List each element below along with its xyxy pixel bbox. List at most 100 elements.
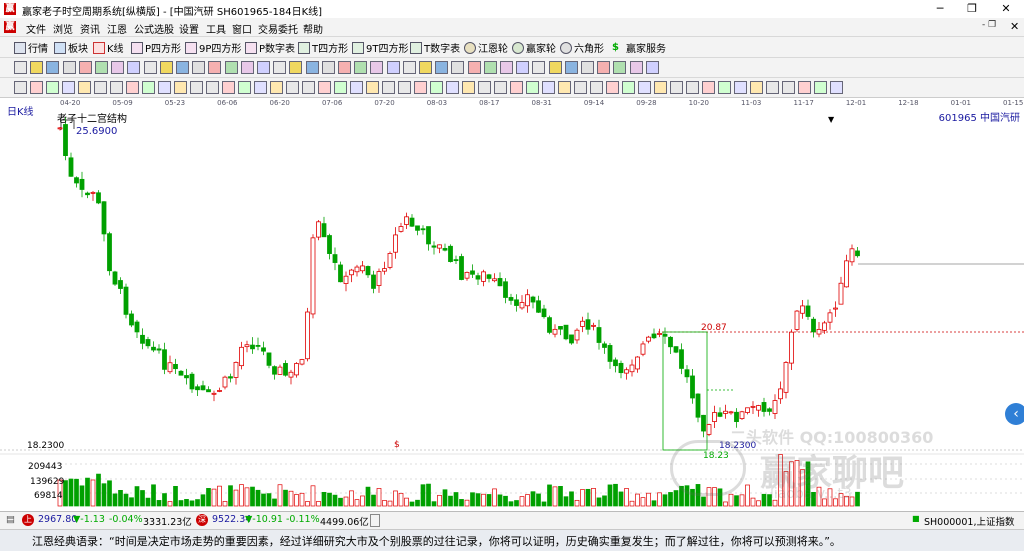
- toolbar-9t-square-button[interactable]: 9T四方形: [352, 40, 408, 55]
- toolbar-icon-button[interactable]: [446, 81, 459, 94]
- toolbar-icon-button[interactable]: [590, 81, 603, 94]
- toolbar-icon-button[interactable]: [14, 61, 27, 74]
- toolbar-icon-button[interactable]: [30, 81, 43, 94]
- toolbar-icon-button[interactable]: [500, 61, 513, 74]
- toolbar-icon-button[interactable]: [718, 81, 731, 94]
- close-button[interactable]: ✕: [990, 0, 1022, 18]
- toolbar-gann-wheel-button[interactable]: 江恩轮: [464, 40, 508, 55]
- toolbar-icon-button[interactable]: [574, 81, 587, 94]
- toolbar-icon-button[interactable]: [110, 81, 123, 94]
- toolbar-icon-button[interactable]: [78, 81, 91, 94]
- menu-trade[interactable]: 交易委托: [258, 21, 298, 36]
- toolbar-icon-button[interactable]: [270, 81, 283, 94]
- toolbar-icon-button[interactable]: [686, 81, 699, 94]
- toolbar-icon-button[interactable]: [95, 61, 108, 74]
- child-close-button[interactable]: ✕: [1010, 20, 1019, 33]
- toolbar-icon-button[interactable]: [305, 61, 319, 74]
- toolbar-icon-button[interactable]: [254, 81, 267, 94]
- toolbar-icon-button[interactable]: [176, 61, 189, 74]
- toolbar-icon-button[interactable]: [622, 81, 635, 94]
- toolbar-winner-wheel-button[interactable]: 赢家轮: [512, 40, 556, 55]
- toolbar-icon-button[interactable]: [564, 61, 578, 74]
- toolbar-icon-button[interactable]: [451, 61, 465, 74]
- toolbar-icon-button[interactable]: [127, 61, 141, 74]
- toolbar-icon-button[interactable]: [338, 61, 351, 74]
- toolbar-icon-button[interactable]: [273, 61, 287, 74]
- toolbar-icon-button[interactable]: [190, 81, 203, 94]
- menu-tools[interactable]: 工具: [206, 21, 226, 36]
- toolbar-icon-button[interactable]: [174, 81, 187, 94]
- toolbar-icon-button[interactable]: [532, 61, 546, 74]
- toolbar-icon-button[interactable]: [354, 61, 368, 74]
- toolbar-icon-button[interactable]: [597, 61, 611, 74]
- toolbar-icon-button[interactable]: [126, 81, 139, 94]
- toolbar-icon-button[interactable]: [613, 61, 627, 74]
- menu-help[interactable]: 帮助: [303, 21, 323, 36]
- toolbar-icon-button[interactable]: [222, 81, 235, 94]
- toolbar-icon-button[interactable]: [302, 81, 315, 94]
- toolbar-icon-button[interactable]: [240, 61, 254, 74]
- toolbar-icon-button[interactable]: [581, 61, 594, 74]
- toolbar-icon-button[interactable]: [542, 81, 555, 94]
- toolbar-icon-button[interactable]: [62, 81, 75, 94]
- toolbar-icon-button[interactable]: [766, 81, 779, 94]
- menu-gann[interactable]: 江恩: [107, 21, 127, 36]
- side-expand-button[interactable]: ‹: [1005, 403, 1024, 425]
- toolbar-icon-button[interactable]: [483, 61, 497, 74]
- toolbar-icon-button[interactable]: [386, 61, 400, 74]
- toolbar-icon-button[interactable]: [286, 81, 299, 94]
- toolbar-icon-button[interactable]: [435, 61, 449, 74]
- maximize-button[interactable]: ❐: [956, 0, 988, 18]
- toolbar-icon-button[interactable]: [238, 81, 251, 94]
- toolbar-hexagon-button[interactable]: 六角形: [560, 40, 604, 55]
- toolbar-icon-button[interactable]: [638, 81, 651, 94]
- toolbar-icon-button[interactable]: [192, 61, 206, 74]
- toolbar-icon-button[interactable]: [798, 81, 811, 94]
- toolbar-icon-button[interactable]: [382, 81, 395, 94]
- toolbar-icon-button[interactable]: [645, 61, 659, 74]
- minimize-button[interactable]: ─: [924, 0, 956, 18]
- toolbar-icon-button[interactable]: [370, 61, 384, 74]
- toolbar-icon-button[interactable]: [334, 81, 347, 94]
- toolbar-icon-button[interactable]: [159, 61, 173, 74]
- toolbar-icon-button[interactable]: [494, 81, 507, 94]
- menu-news[interactable]: 资讯: [80, 21, 100, 36]
- toolbar-icon-button[interactable]: [206, 81, 219, 94]
- toolbar-icon-button[interactable]: [350, 81, 363, 94]
- toolbar-icon-button[interactable]: [782, 81, 795, 94]
- toolbar-icon-button[interactable]: [142, 81, 155, 94]
- toolbar-icon-button[interactable]: [419, 61, 432, 74]
- toolbar-icon-button[interactable]: [366, 81, 379, 94]
- toolbar-icon-button[interactable]: [224, 61, 238, 74]
- toolbar-icon-button[interactable]: [654, 81, 667, 94]
- toolbar-icon-button[interactable]: [321, 61, 335, 74]
- toolbar-p-table-button[interactable]: P数字表: [245, 40, 295, 55]
- status-grid-icon[interactable]: ▤: [6, 514, 15, 525]
- child-window-controls[interactable]: - ❐: [982, 20, 996, 30]
- toolbar-icon-button[interactable]: [111, 61, 125, 74]
- toolbar-t-table-button[interactable]: T数字表: [410, 40, 460, 55]
- toolbar-9p-square-button[interactable]: 9P四方形: [185, 40, 241, 55]
- toolbar-icon-button[interactable]: [516, 61, 530, 74]
- toolbar-quotes-button[interactable]: 行情: [14, 40, 48, 55]
- toolbar-icon-button[interactable]: [62, 61, 76, 74]
- toolbar-icon-button[interactable]: [558, 81, 571, 94]
- sh-index-value[interactable]: 2967.80: [38, 514, 77, 525]
- toolbar-icon-button[interactable]: [629, 61, 643, 74]
- toolbar-icon-button[interactable]: [670, 81, 683, 94]
- toolbar-icon-button[interactable]: [702, 81, 715, 94]
- toolbar-icon-button[interactable]: [402, 61, 416, 74]
- toolbar-icon-button[interactable]: [158, 81, 171, 94]
- toolbar-sector-button[interactable]: 板块: [54, 40, 88, 55]
- toolbar-icon-button[interactable]: [606, 81, 619, 94]
- toolbar-icon-button[interactable]: [398, 81, 411, 94]
- chart-dropdown-icon[interactable]: ▼: [828, 115, 834, 124]
- toolbar-icon-button[interactable]: [318, 81, 331, 94]
- menu-settings[interactable]: 设置: [179, 21, 199, 36]
- toolbar-icon-button[interactable]: [750, 81, 763, 94]
- menu-file[interactable]: 文件: [26, 21, 46, 36]
- toolbar-icon-button[interactable]: [734, 81, 747, 94]
- index-selector[interactable]: SH000001,上证指数: [924, 514, 1014, 528]
- toolbar-p-square-button[interactable]: P四方形: [131, 40, 181, 55]
- toolbar-t-square-button[interactable]: T四方形: [298, 40, 348, 55]
